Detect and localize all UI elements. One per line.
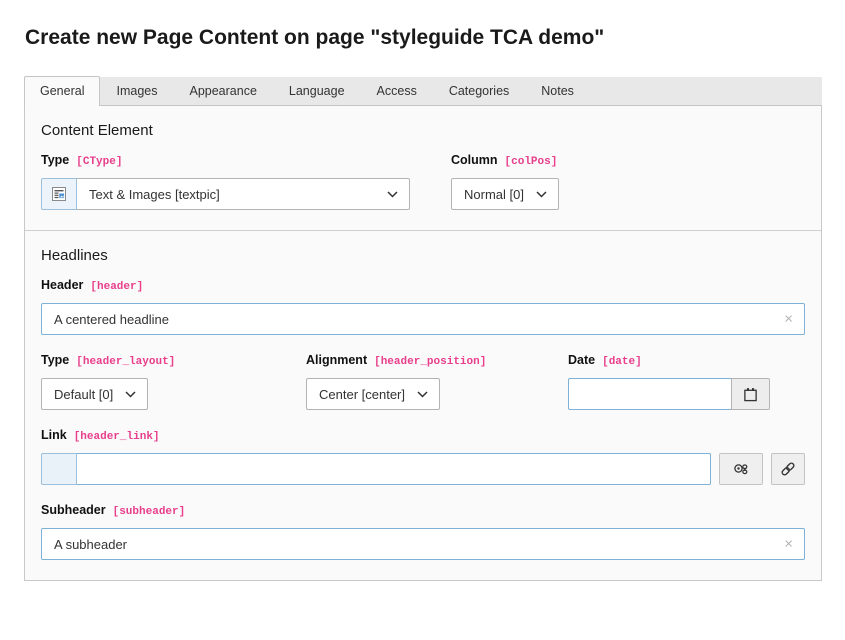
tab-categories[interactable]: Categories: [433, 76, 525, 105]
field-header-link: Link[header_link]: [41, 428, 805, 485]
field-code: [CType]: [76, 156, 122, 168]
link-browser-button[interactable]: [771, 453, 805, 485]
clear-icon[interactable]: ×: [784, 312, 793, 327]
tab-access[interactable]: Access: [361, 76, 433, 105]
colpos-selected-value: Normal [0]: [464, 187, 524, 202]
field-label: Type[CType]: [41, 153, 451, 168]
datepicker-button[interactable]: [731, 378, 770, 410]
chevron-down-icon: [387, 191, 398, 198]
section-heading: Content Element: [41, 122, 805, 139]
field-code: [date]: [602, 356, 642, 368]
chevron-down-icon: [536, 191, 547, 198]
field-code: [header_link]: [74, 431, 160, 443]
chevron-down-icon: [417, 391, 428, 398]
date-input-group: [568, 378, 770, 410]
header-layout-selected-value: Default [0]: [54, 387, 113, 402]
section-heading: Headlines: [41, 247, 805, 264]
link-explanation-button[interactable]: [719, 453, 763, 485]
header-position-selected-value: Center [center]: [319, 387, 405, 402]
page-title: Create new Page Content on page "stylegu…: [25, 26, 822, 50]
chain-link-icon: [780, 461, 796, 477]
field-code: [header]: [90, 281, 143, 293]
field-code: [colPos]: [505, 156, 558, 168]
eye-link-icon: [733, 462, 750, 477]
header-input[interactable]: [41, 303, 805, 335]
field-label: Link[header_link]: [41, 428, 805, 443]
tab-notes[interactable]: Notes: [525, 76, 590, 105]
ctype-selected-value: Text & Images [textpic]: [89, 187, 220, 202]
tab-images[interactable]: Images: [100, 76, 173, 105]
field-header-position: Alignment[header_position] Center [cente…: [306, 353, 568, 410]
colpos-select[interactable]: Normal [0]: [451, 178, 559, 210]
chevron-down-icon: [125, 391, 136, 398]
tab-language[interactable]: Language: [273, 76, 361, 105]
clear-icon[interactable]: ×: [784, 537, 793, 552]
date-input[interactable]: [568, 378, 732, 410]
link-icon-cell: [41, 453, 77, 485]
field-date: Date[date]: [568, 353, 805, 410]
backend-form-view: Create new Page Content on page "stylegu…: [0, 0, 845, 640]
field-header: Header[header] ×: [41, 278, 805, 335]
tab-appearance[interactable]: Appearance: [173, 76, 272, 105]
header-position-select[interactable]: Center [center]: [306, 378, 440, 410]
field-subheader: Subheader[subheader] ×: [41, 503, 805, 560]
section-headlines: Headlines Header[header] × Type[header_l…: [25, 230, 821, 580]
field-code: [header_position]: [374, 356, 486, 368]
tab-general[interactable]: General: [24, 76, 100, 106]
field-label: Column[colPos]: [451, 153, 805, 168]
form-tabbar: General Images Appearance Language Acces…: [24, 77, 822, 106]
field-label: Subheader[subheader]: [41, 503, 805, 518]
field-label: Type[header_layout]: [41, 353, 306, 368]
ctype-select[interactable]: Text & Images [textpic]: [77, 178, 410, 210]
subheader-input[interactable]: [41, 528, 805, 560]
field-code: [header_layout]: [76, 356, 175, 368]
calendar-icon: [743, 387, 758, 402]
ctype-select-group: Text & Images [textpic]: [41, 178, 410, 210]
section-content-element: Content Element Type[CType]: [25, 106, 821, 230]
field-label: Date[date]: [568, 353, 805, 368]
tab-content-panel: Content Element Type[CType]: [24, 106, 822, 581]
field-label: Header[header]: [41, 278, 805, 293]
headline-options-row: Type[header_layout] Default [0] Alignmen…: [41, 353, 805, 410]
field-label: Alignment[header_position]: [306, 353, 568, 368]
textpic-content-icon: [41, 178, 77, 210]
field-code: [subheader]: [113, 506, 186, 518]
field-header-layout: Type[header_layout] Default [0]: [41, 353, 306, 410]
field-ctype: Type[CType]: [41, 153, 451, 210]
header-link-input[interactable]: [77, 453, 711, 485]
field-colpos: Column[colPos] Normal [0]: [451, 153, 805, 210]
header-layout-select[interactable]: Default [0]: [41, 378, 148, 410]
